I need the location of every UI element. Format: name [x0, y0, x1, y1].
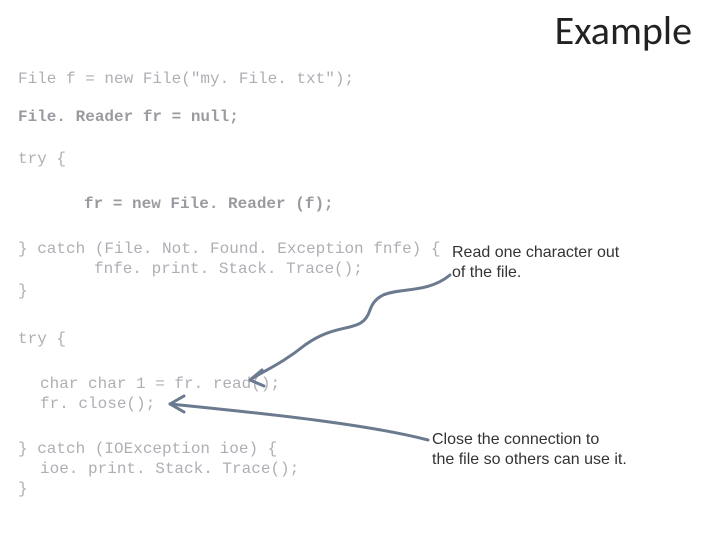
code-line-13: } [18, 480, 28, 498]
code-line-9: char char 1 = fr. read(); [40, 375, 280, 393]
code-line-11: } catch (IOException ioe) { [18, 440, 277, 458]
annotation-read-char: Read one character out of the file. [452, 243, 619, 283]
code-line-6: fnfe. print. Stack. Trace(); [94, 260, 363, 278]
code-line-12: ioe. print. Stack. Trace(); [40, 460, 299, 478]
code-line-2: File. Reader fr = null; [18, 108, 239, 126]
code-line-10: fr. close(); [40, 395, 155, 413]
page-title: Example [555, 6, 692, 55]
code-line-3: try { [18, 150, 66, 168]
code-line-5: } catch (File. Not. Found. Exception fnf… [18, 240, 440, 258]
code-line-7: } [18, 282, 28, 300]
code-line-8: try { [18, 330, 66, 348]
annotation-close: Close the connection to the file so othe… [432, 430, 627, 470]
code-line-1: File f = new File("my. File. txt"); [18, 70, 354, 88]
code-line-4: fr = new File. Reader (f); [84, 195, 334, 213]
